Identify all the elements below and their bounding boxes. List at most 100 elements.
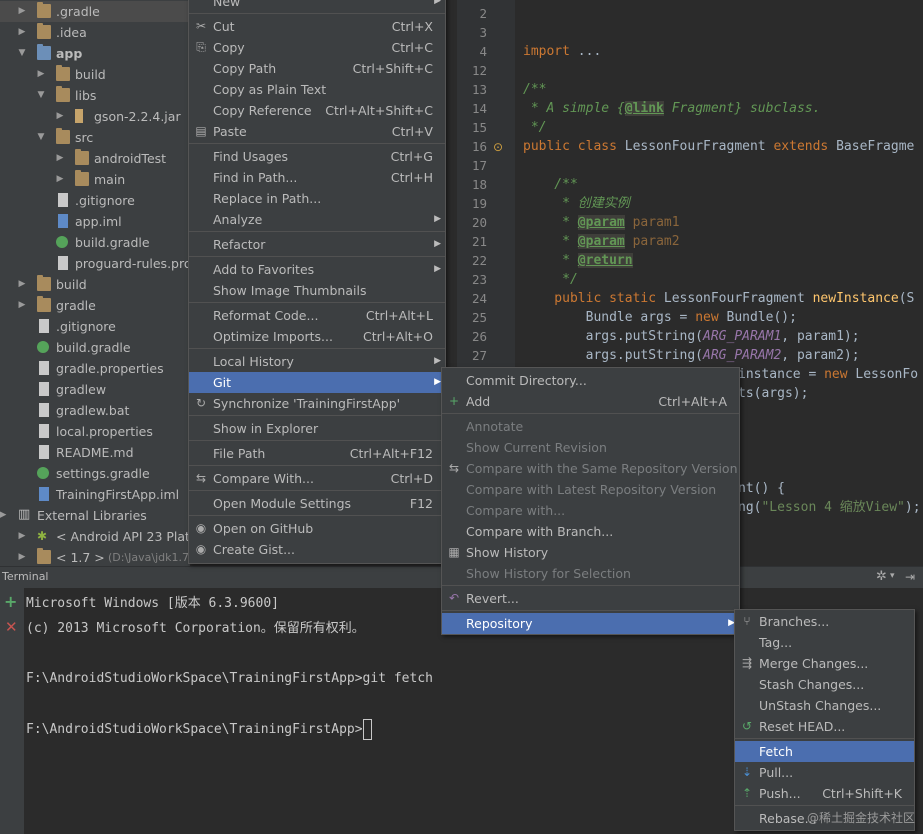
- tree-item[interactable]: ▶ main: [0, 169, 190, 190]
- file-icon: [58, 193, 68, 207]
- tree-item[interactable]: ▶ ▥ External Libraries: [0, 505, 190, 526]
- code-token: * 创建实例: [523, 196, 630, 211]
- menu-item-open-on-github[interactable]: ◉ Open on GitHub: [189, 518, 445, 539]
- tree-item[interactable]: proguard-rules.pro: [0, 253, 190, 274]
- collapsed-arrow-icon[interactable]: ▶: [17, 274, 27, 295]
- menu-item-optimize-imports[interactable]: Optimize Imports... Ctrl+Alt+O: [189, 326, 445, 347]
- code-line: public class LessonFourFragment extends …: [523, 137, 914, 156]
- tree-item[interactable]: ▶ gson-2.2.4.jar: [0, 106, 190, 127]
- code-token: newInstance: [812, 291, 899, 306]
- tree-item[interactable]: .gitignore: [0, 190, 190, 211]
- menu-item-add[interactable]: + Add Ctrl+Alt+A: [442, 391, 739, 412]
- menu-item-copy-path[interactable]: Copy Path Ctrl+Shift+C: [189, 58, 445, 79]
- menu-item-file-path[interactable]: File Path Ctrl+Alt+F12: [189, 443, 445, 464]
- tree-item[interactable]: gradlew.bat: [0, 400, 190, 421]
- menu-item-label: Branches...: [759, 614, 830, 629]
- tree-item[interactable]: TrainingFirstApp.iml: [0, 484, 190, 505]
- collapsed-arrow-icon[interactable]: ▶: [36, 64, 46, 85]
- close-session-icon[interactable]: ✕: [5, 618, 18, 636]
- menu-item-copy-reference[interactable]: Copy Reference Ctrl+Alt+Shift+C: [189, 100, 445, 121]
- submenu-arrow-icon: ▶: [434, 377, 441, 387]
- menu-item-git[interactable]: Git ▶: [189, 372, 445, 393]
- menu-item-fetch[interactable]: Fetch: [735, 741, 914, 762]
- menu-item-local-history[interactable]: Local History ▶: [189, 351, 445, 372]
- collapsed-arrow-icon[interactable]: ▶: [0, 505, 8, 526]
- tree-item[interactable]: settings.gradle: [0, 463, 190, 484]
- menu-item-show-history[interactable]: ▦ Show History: [442, 542, 739, 563]
- tree-item[interactable]: local.properties: [0, 421, 190, 442]
- tree-item[interactable]: app.iml: [0, 211, 190, 232]
- code-token: public static: [523, 291, 664, 306]
- menu-item-paste[interactable]: ▤ Paste Ctrl+V: [189, 121, 445, 142]
- menu-item-copy-as-plain-text[interactable]: Copy as Plain Text: [189, 79, 445, 100]
- tree-item[interactable]: build.gradle: [0, 232, 190, 253]
- code-token: @param: [577, 234, 625, 249]
- settings-icon[interactable]: ✲: [876, 569, 887, 584]
- tree-item[interactable]: ▶ ✱ < Android API 23 Platform >: [0, 526, 190, 547]
- tree-item[interactable]: ▶ build: [0, 274, 190, 295]
- menu-item-reformat-code[interactable]: Reformat Code... Ctrl+Alt+L: [189, 305, 445, 326]
- tree-item[interactable]: ▶ .gradle: [0, 1, 190, 22]
- collapsed-arrow-icon[interactable]: ▶: [17, 295, 27, 316]
- menu-item-find-usages[interactable]: Find Usages Ctrl+G: [189, 146, 445, 167]
- collapsed-arrow-icon[interactable]: ▶: [55, 169, 65, 190]
- tree-item[interactable]: ▶ gradle: [0, 295, 190, 316]
- menu-item-commit-directory[interactable]: Commit Directory...: [442, 370, 739, 391]
- menu-item-refactor[interactable]: Refactor ▶: [189, 234, 445, 255]
- menu-item-stash-changes[interactable]: Stash Changes...: [735, 674, 914, 695]
- collapsed-arrow-icon[interactable]: ▶: [17, 22, 27, 43]
- tree-item-label: < Android API 23 Platform >: [56, 529, 190, 544]
- menu-item-pull[interactable]: ⇣ Pull...: [735, 762, 914, 783]
- menu-item-open-module-settings[interactable]: Open Module Settings F12: [189, 493, 445, 514]
- menu-item-analyze[interactable]: Analyze ▶: [189, 209, 445, 230]
- expanded-arrow-icon[interactable]: ▼: [17, 43, 27, 64]
- menu-item-push[interactable]: ⇡ Push... Ctrl+Shift+K: [735, 783, 914, 804]
- collapsed-arrow-icon[interactable]: ▶: [55, 106, 65, 127]
- collapsed-arrow-icon[interactable]: ▶: [17, 1, 27, 22]
- menu-item-create-gist[interactable]: ◉ Create Gist...: [189, 539, 445, 560]
- code-token: import: [523, 44, 578, 59]
- tree-item[interactable]: ▼ libs: [0, 85, 190, 106]
- tree-item[interactable]: README.md: [0, 442, 190, 463]
- menu-separator: [189, 13, 445, 14]
- tree-item[interactable]: ▶ build: [0, 64, 190, 85]
- menu-item-add-to-favorites[interactable]: Add to Favorites ▶: [189, 259, 445, 280]
- tree-item[interactable]: build.gradle: [0, 337, 190, 358]
- tree-item[interactable]: gradle.properties: [0, 358, 190, 379]
- tree-item[interactable]: ▶ androidTest: [0, 148, 190, 169]
- tree-item[interactable]: ▼ src: [0, 127, 190, 148]
- menu-item-show-in-explorer[interactable]: Show in Explorer: [189, 418, 445, 439]
- menu-item-branches[interactable]: ⑂ Branches...: [735, 611, 914, 632]
- menu-item-tag[interactable]: Tag...: [735, 632, 914, 653]
- menu-item-new[interactable]: New ▶: [189, 0, 445, 12]
- tree-item-label: build.gradle: [56, 340, 131, 355]
- tree-item[interactable]: ▶ .idea: [0, 22, 190, 43]
- collapsed-arrow-icon[interactable]: ▶: [17, 526, 27, 547]
- tree-item[interactable]: ▼ app: [0, 43, 190, 64]
- new-session-icon[interactable]: +: [4, 592, 17, 611]
- expanded-arrow-icon[interactable]: ▼: [36, 85, 46, 106]
- menu-item-compare-with[interactable]: ⇆ Compare With... Ctrl+D: [189, 468, 445, 489]
- menu-item-compare-with-branch[interactable]: Compare with Branch...: [442, 521, 739, 542]
- menu-item-cut[interactable]: ✂ Cut Ctrl+X: [189, 16, 445, 37]
- terminal-line: (c) 2013 Microsoft Corporation。保留所有权利。: [26, 621, 365, 636]
- menu-item-revert[interactable]: ↶ Revert...: [442, 588, 739, 609]
- tree-item[interactable]: ▶ < 1.7 >(D:\Java\jdk1.7.0_79): [0, 547, 190, 566]
- menu-item-repository[interactable]: Repository ▶: [442, 613, 739, 634]
- menu-item-replace-in-path[interactable]: Replace in Path...: [189, 188, 445, 209]
- menu-item-merge-changes[interactable]: ⇶ Merge Changes...: [735, 653, 914, 674]
- hide-panel-icon[interactable]: ⇥: [905, 570, 915, 584]
- menu-item-show-image-thumbnails[interactable]: Show Image Thumbnails: [189, 280, 445, 301]
- line-number: 4: [479, 44, 487, 59]
- menu-item-unstash-changes[interactable]: UnStash Changes...: [735, 695, 914, 716]
- expanded-arrow-icon[interactable]: ▼: [36, 127, 46, 148]
- tree-item[interactable]: gradlew: [0, 379, 190, 400]
- collapsed-arrow-icon[interactable]: ▶: [17, 547, 27, 566]
- collapsed-arrow-icon[interactable]: ▶: [55, 148, 65, 169]
- tree-item[interactable]: .gitignore: [0, 316, 190, 337]
- menu-item-synchronize-trainingfirstapp[interactable]: ↻ Synchronize 'TrainingFirstApp': [189, 393, 445, 414]
- menu-item-find-in-path[interactable]: Find in Path... Ctrl+H: [189, 167, 445, 188]
- chevron-down-icon[interactable]: ▾: [890, 571, 895, 581]
- menu-item-copy[interactable]: ⎘ Copy Ctrl+C: [189, 37, 445, 58]
- menu-item-reset-head[interactable]: ↺ Reset HEAD...: [735, 716, 914, 737]
